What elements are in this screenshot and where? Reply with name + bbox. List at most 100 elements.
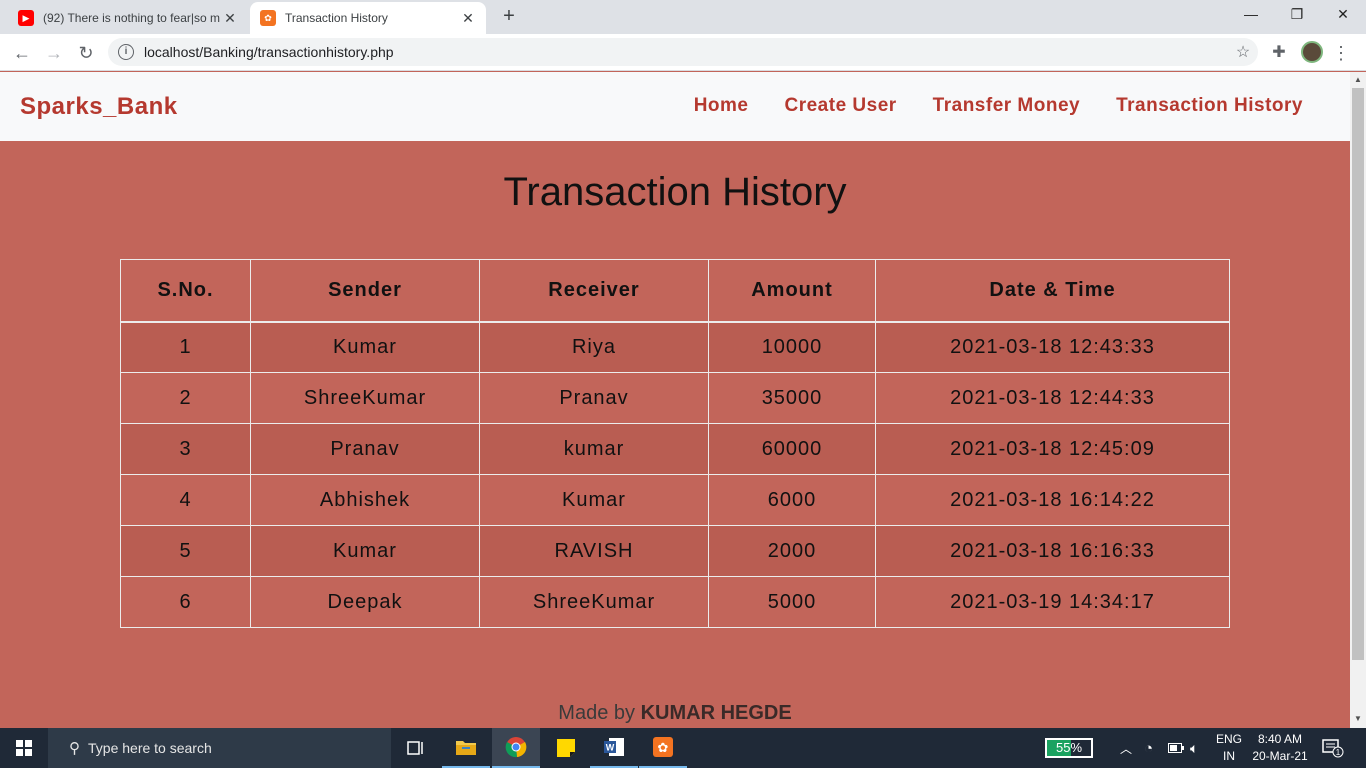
cell-sender: Deepak <box>250 576 480 628</box>
page-scrollbar[interactable]: ▲ ▼ <box>1350 72 1366 728</box>
table-row: 2 ShreeKumar Pranav 35000 2021-03-18 12:… <box>120 372 1230 424</box>
battery-indicator[interactable]: 55% <box>1045 738 1093 758</box>
cell-sender: ShreeKumar <box>250 372 480 424</box>
tab-youtube[interactable]: ▶ (92) There is nothing to fear|so m ✕ <box>8 2 248 34</box>
header-sender: Sender <box>250 259 480 323</box>
nav-link-create-user[interactable]: Create User <box>785 95 897 117</box>
table-row: 6 Deepak ShreeKumar 5000 2021-03-19 14:3… <box>120 576 1230 628</box>
cell-receiver: kumar <box>479 423 709 475</box>
browser-toolbar: ← → ↻ i localhost/Banking/transactionhis… <box>0 34 1366 71</box>
site-navbar: Sparks_Bank Home Create User Transfer Mo… <box>0 72 1350 141</box>
url-text[interactable]: localhost/Banking/transactionhistory.php <box>144 44 1228 60</box>
cell-sno: 6 <box>120 576 251 628</box>
battery-icon[interactable] <box>1168 728 1184 768</box>
windows-taskbar: ⚲ Type here to search W ✿ 55% ︿ ◔ 🔈︎ ENG… <box>0 728 1366 768</box>
cell-datetime: 2021-03-19 14:34:17 <box>875 576 1230 628</box>
cell-receiver: RAVISH <box>479 525 709 577</box>
scroll-up-icon[interactable]: ▲ <box>1350 75 1366 84</box>
tab-title: Transaction History <box>285 11 388 25</box>
xampp-taskbar-icon[interactable]: ✿ <box>639 728 687 768</box>
nav-link-transaction-history[interactable]: Transaction History <box>1116 95 1303 117</box>
cell-sno: 5 <box>120 525 251 577</box>
taskbar-clock[interactable]: 8:40 AM 20-Mar-21 <box>1250 731 1310 765</box>
forward-button[interactable]: → <box>41 40 67 66</box>
file-explorer-icon[interactable] <box>442 728 490 768</box>
cell-datetime: 2021-03-18 12:43:33 <box>875 321 1230 373</box>
table-row: 5 Kumar RAVISH 2000 2021-03-18 16:16:33 <box>120 525 1230 577</box>
header-datetime: Date & Time <box>875 259 1230 323</box>
close-window-button[interactable]: ✕ <box>1320 0 1366 30</box>
notification-center-icon[interactable]: 1 <box>1322 728 1344 768</box>
info-icon[interactable]: i <box>118 44 134 60</box>
footer-author: KUMAR HEGDE <box>640 702 792 724</box>
notification-count: 1 <box>1336 748 1341 757</box>
cell-sno: 2 <box>120 372 251 424</box>
cell-receiver: Riya <box>479 321 709 373</box>
cell-datetime: 2021-03-18 16:16:33 <box>875 525 1230 577</box>
windows-logo-icon <box>16 740 32 756</box>
cell-datetime: 2021-03-18 12:45:09 <box>875 423 1230 475</box>
cell-sno: 1 <box>120 321 251 373</box>
lang-top: ENG <box>1215 732 1242 746</box>
search-placeholder: Type here to search <box>88 740 212 756</box>
minimize-button[interactable]: — <box>1228 0 1274 30</box>
address-bar[interactable]: i localhost/Banking/transactionhistory.p… <box>108 38 1258 66</box>
taskbar-search[interactable]: ⚲ Type here to search <box>48 728 391 768</box>
table-row: 4 Abhishek Kumar 6000 2021-03-18 16:14:2… <box>120 474 1230 526</box>
wifi-icon[interactable]: ◔ <box>1144 728 1153 768</box>
cell-sender: Kumar <box>250 321 480 373</box>
cell-sender: Pranav <box>250 423 480 475</box>
task-view-icon[interactable] <box>392 728 440 768</box>
cell-amount: 35000 <box>708 372 876 424</box>
extensions-icon[interactable]: ✚ <box>1266 40 1292 66</box>
nav-link-home[interactable]: Home <box>694 95 749 117</box>
cell-sender: Abhishek <box>250 474 480 526</box>
bookmark-star-icon[interactable]: ☆ <box>1228 42 1258 62</box>
start-button[interactable] <box>0 728 48 768</box>
table-header-row: S.No. Sender Receiver Amount Date & Time <box>120 259 1230 323</box>
footer-prefix: Made by <box>558 702 636 724</box>
menu-kebab-icon[interactable]: ⋮ <box>1328 40 1354 66</box>
close-tab-icon[interactable]: ✕ <box>460 10 476 27</box>
brand-logo[interactable]: Sparks_Bank <box>20 93 178 121</box>
sticky-notes-icon[interactable] <box>542 728 590 768</box>
close-tab-icon[interactable]: ✕ <box>222 10 238 27</box>
cell-receiver: Kumar <box>479 474 709 526</box>
profile-avatar[interactable] <box>1301 41 1323 63</box>
xampp-icon: ✿ <box>260 10 276 26</box>
cell-sno: 3 <box>120 423 251 475</box>
browser-tab-strip: ▶ (92) There is nothing to fear|so m ✕ ✿… <box>0 0 1366 34</box>
cell-amount: 10000 <box>708 321 876 373</box>
cell-sno: 4 <box>120 474 251 526</box>
cell-amount: 6000 <box>708 474 876 526</box>
cell-receiver: ShreeKumar <box>479 576 709 628</box>
language-indicator[interactable]: ENG IN <box>1212 731 1246 765</box>
scroll-down-icon[interactable]: ▼ <box>1350 714 1366 723</box>
table-row: 3 Pranav kumar 60000 2021-03-18 12:45:09 <box>120 423 1230 475</box>
restore-button[interactable]: ❐ <box>1274 0 1320 30</box>
back-button[interactable]: ← <box>9 40 35 66</box>
chrome-icon[interactable] <box>492 728 540 768</box>
search-icon: ⚲ <box>69 740 80 757</box>
header-amount: Amount <box>708 259 876 323</box>
transaction-table: S.No. Sender Receiver Amount Date & Time… <box>120 259 1230 628</box>
reload-button[interactable]: ↻ <box>73 40 99 66</box>
cell-receiver: Pranav <box>479 372 709 424</box>
lang-bottom: IN <box>1223 749 1235 763</box>
page-title: Transaction History <box>503 170 847 214</box>
cell-datetime: 2021-03-18 16:14:22 <box>875 474 1230 526</box>
svg-text:W: W <box>606 743 615 753</box>
volume-icon[interactable]: 🔈︎ <box>1190 728 1198 768</box>
scrollbar-thumb[interactable] <box>1352 88 1364 660</box>
word-icon[interactable]: W <box>590 728 638 768</box>
tab-transaction-history[interactable]: ✿ Transaction History ✕ <box>250 2 486 34</box>
nav-link-transfer-money[interactable]: Transfer Money <box>933 95 1080 117</box>
header-sno: S.No. <box>120 259 251 323</box>
show-hidden-icons-chevron-icon[interactable]: ︿ <box>1120 728 1132 768</box>
nav-links: Home Create User Transfer Money Transact… <box>694 95 1303 117</box>
new-tab-button[interactable]: + <box>495 5 523 29</box>
cell-sender: Kumar <box>250 525 480 577</box>
clock-time: 8:40 AM <box>1257 732 1303 746</box>
cell-datetime: 2021-03-18 12:44:33 <box>875 372 1230 424</box>
cell-amount: 60000 <box>708 423 876 475</box>
